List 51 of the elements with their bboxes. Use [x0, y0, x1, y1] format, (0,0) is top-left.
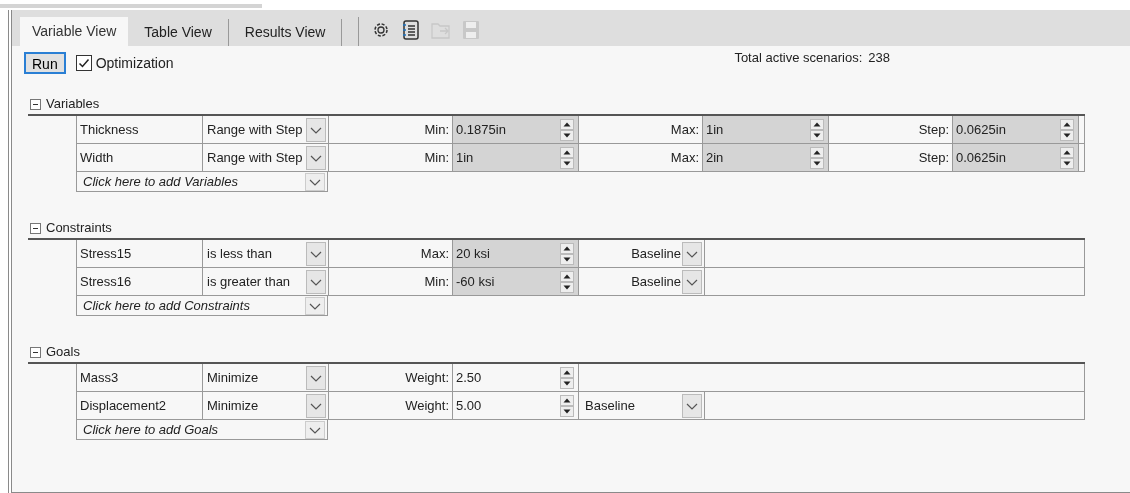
baseline-dropdown[interactable]: Baseline — [579, 392, 705, 420]
run-button[interactable]: Run — [24, 52, 66, 74]
spinner-icon[interactable] — [560, 118, 574, 141]
scenario-count-label: Total active scenarios: — [734, 49, 863, 68]
notebook-icon[interactable] — [401, 19, 422, 40]
section-title: Variables — [46, 95, 100, 114]
baseline-dropdown[interactable]: Baseline — [579, 268, 705, 296]
spinner-icon[interactable] — [560, 146, 574, 169]
section-title: Constraints — [46, 219, 112, 238]
condition-dropdown[interactable]: Minimize — [203, 392, 329, 420]
condition-dropdown[interactable]: Minimize — [203, 364, 329, 392]
spinner-icon[interactable] — [560, 242, 574, 265]
spinner-icon[interactable] — [1060, 146, 1074, 169]
section-title: Goals — [46, 343, 80, 362]
spinner-icon[interactable] — [810, 118, 824, 141]
collapse-icon[interactable] — [30, 222, 41, 234]
spinner-field[interactable]: 20 ksi — [453, 240, 579, 268]
spinner-field[interactable]: 2in — [703, 144, 829, 172]
add-row-dropdown[interactable]: Click here to add Goals — [76, 420, 328, 440]
table-cell: Mass3 — [77, 364, 203, 392]
spinner-field[interactable]: 2.50 — [453, 364, 579, 392]
checkbox[interactable] — [75, 55, 92, 71]
spinner-icon[interactable] — [560, 270, 574, 293]
spinner-icon[interactable] — [1060, 118, 1074, 141]
spinner-field[interactable]: 1in — [453, 144, 579, 172]
table-cell: Thickness — [77, 116, 203, 144]
condition-dropdown[interactable]: is greater than — [203, 268, 329, 296]
spinner-icon[interactable] — [810, 146, 824, 169]
spinner-field[interactable]: 0.1875in — [453, 116, 579, 144]
condition-dropdown[interactable]: Range with Step — [203, 116, 329, 144]
table-cell: Stress15 — [77, 240, 203, 268]
spinner-icon[interactable] — [560, 394, 574, 417]
condition-dropdown[interactable]: Range with Step — [203, 144, 329, 172]
condition-dropdown[interactable]: is less than — [203, 240, 329, 268]
spinner-field[interactable]: 1in — [703, 116, 829, 144]
spinner-field[interactable]: 0.0625in — [953, 144, 1079, 172]
spinner-field[interactable]: -60 ksi — [453, 268, 579, 296]
table-cell: Stress16 — [77, 268, 203, 296]
spinner-field[interactable]: 0.0625in — [953, 116, 1079, 144]
table-cell: Width — [77, 144, 203, 172]
spinner-field[interactable]: 5.00 — [453, 392, 579, 420]
baseline-dropdown[interactable]: Baseline — [579, 240, 705, 268]
tab[interactable]: Variable View — [20, 17, 129, 46]
spinner-icon[interactable] — [560, 366, 574, 389]
collapse-icon[interactable] — [30, 346, 41, 358]
scenario-count-value: 238 — [868, 49, 890, 68]
table-cell: Displacement2 — [77, 392, 203, 420]
collapse-icon[interactable] — [30, 98, 41, 110]
checkbox-label: Optimization — [95, 53, 174, 73]
add-row-dropdown[interactable]: Click here to add Variables — [76, 172, 328, 192]
add-row-dropdown[interactable]: Click here to add Constraints — [76, 296, 328, 316]
